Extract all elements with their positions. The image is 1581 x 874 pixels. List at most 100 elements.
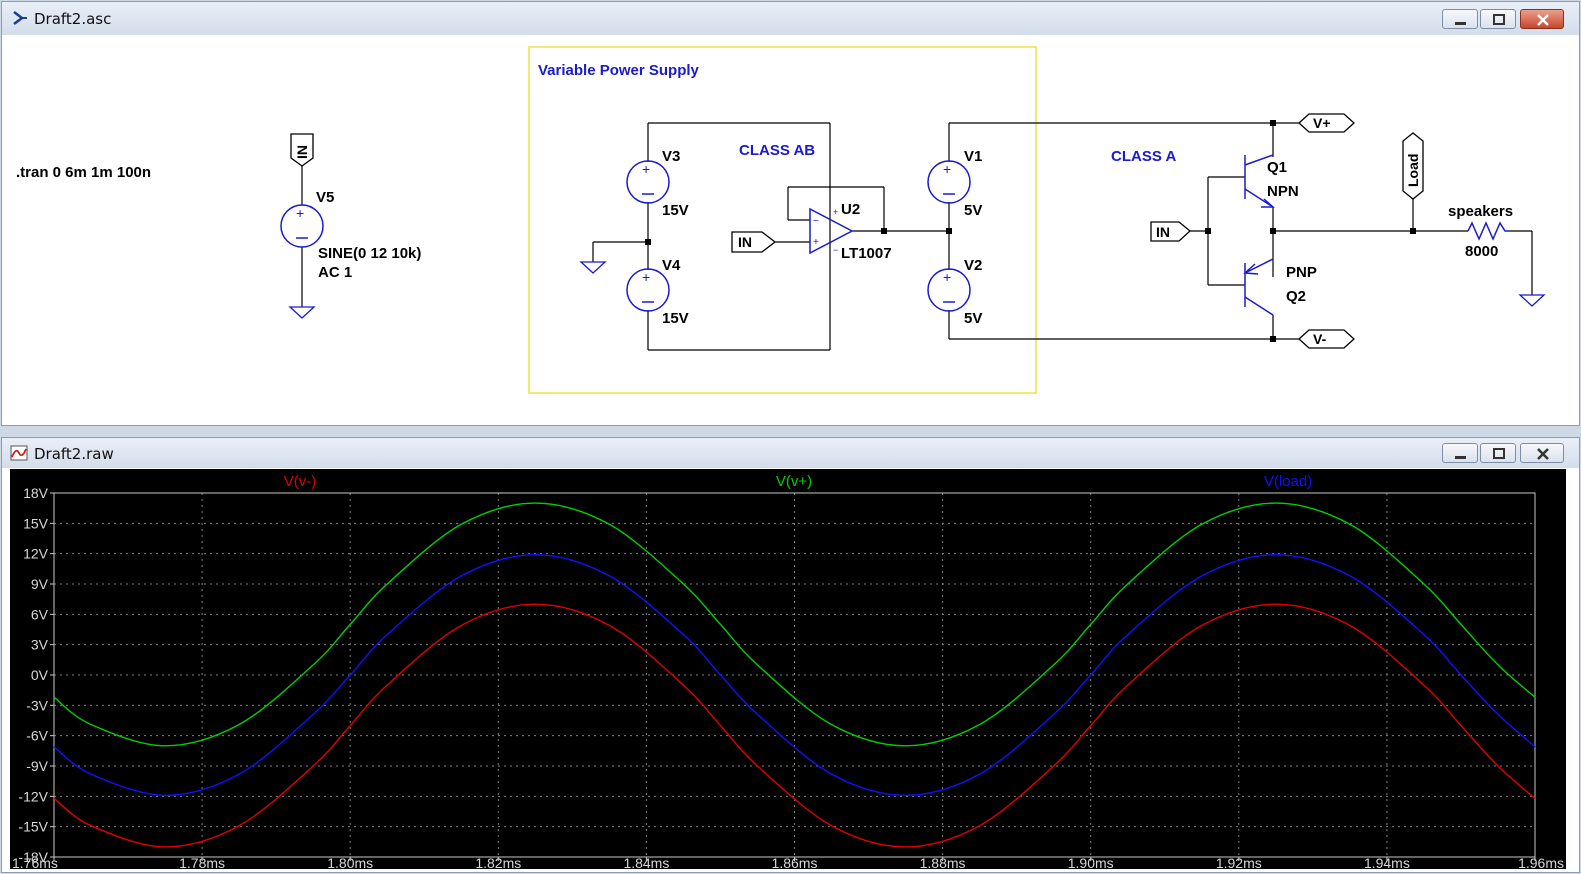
v5-ac: AC 1 — [318, 264, 352, 281]
variable-supply-box[interactable] — [528, 46, 1037, 394]
q1-name: Q1 — [1267, 159, 1287, 176]
y-tick-label: -15V — [18, 819, 48, 835]
x-tick-label: 1.86ms — [772, 855, 818, 869]
x-tick-label: 1.76ms — [12, 855, 58, 869]
minimize-button[interactable] — [1442, 9, 1478, 29]
x-tick-label: 1.88ms — [920, 855, 966, 869]
y-tick-label: 12V — [23, 546, 49, 562]
trace-legend-label[interactable]: V(v+) — [776, 473, 812, 490]
y-tick-label: 15V — [23, 515, 49, 531]
close-button[interactable] — [1520, 443, 1564, 463]
v3-value: 15V — [662, 202, 689, 219]
box-title: Variable Power Supply — [538, 62, 700, 79]
y-tick-label: 6V — [31, 606, 49, 622]
class-a-label: CLASS A — [1111, 148, 1176, 165]
svg-text:+: + — [943, 269, 951, 285]
v1-name: V1 — [964, 148, 982, 165]
voltage-source-v3[interactable]: + — [626, 160, 670, 204]
ground-icon — [288, 306, 316, 319]
waveform-chart[interactable]: 18V15V12V9V6V3V0V-3V-6V-9V-12V-15V-18V1.… — [10, 469, 1566, 871]
svg-text:+: + — [296, 205, 304, 221]
svg-text:+: + — [642, 161, 650, 177]
trace-v-v--[interactable] — [53, 603, 1536, 848]
waveform-window: Draft2.raw 18V 15V 12V 9V 6V 3V 0V -3V -6V -9V -12… — [1, 437, 1580, 873]
resistor-value: 8000 — [1465, 243, 1498, 260]
v3-name: V3 — [662, 148, 680, 165]
wires — [301, 122, 1533, 351]
q2-value: PNP — [1286, 264, 1317, 281]
svg-text:+: + — [813, 237, 819, 248]
v4-name: V4 — [662, 257, 681, 274]
restore-icon — [1493, 448, 1505, 459]
tran-directive[interactable]: .tran 0 6m 1m 100n — [16, 164, 151, 181]
close-button[interactable] — [1520, 9, 1564, 29]
x-tick-label: 1.92ms — [1216, 855, 1262, 869]
waveform-titlebar[interactable]: Draft2.raw — [2, 438, 1579, 468]
minimize-icon — [1455, 456, 1466, 459]
voltage-source-v4[interactable]: + — [626, 268, 670, 312]
v5-name: V5 — [316, 189, 334, 206]
transistor-q2-pnp[interactable] — [1243, 258, 1274, 316]
resistor-speakers[interactable] — [1467, 221, 1508, 241]
minimize-icon — [1455, 22, 1466, 25]
v2-name: V2 — [964, 257, 982, 274]
grid — [54, 493, 1535, 857]
y-tick-label: -9V — [26, 758, 48, 774]
svg-text:+: + — [833, 207, 838, 217]
x-tick-label: 1.78ms — [179, 855, 225, 869]
x-tick-label: 1.80ms — [327, 855, 373, 869]
schematic-window-title: Draft2.asc — [34, 10, 112, 28]
q2-name: Q2 — [1286, 288, 1306, 305]
net-label-vminus: V- — [1313, 331, 1327, 347]
svg-text:−: − — [813, 216, 819, 227]
net-label-in: IN — [294, 145, 310, 159]
axis-labels: 18V15V12V9V6V3V0V-3V-6V-9V-12V-15V-18V1.… — [12, 485, 1564, 871]
y-tick-label: 0V — [31, 667, 49, 683]
schematic-canvas[interactable]: Variable Power Supply CLASS AB CLASS A .… — [10, 37, 1570, 423]
svg-text:+: + — [642, 269, 650, 285]
v4-value: 15V — [662, 310, 689, 327]
resistor-name: speakers — [1448, 203, 1513, 220]
restore-icon — [1493, 14, 1505, 25]
net-label-in: IN — [738, 234, 752, 250]
restore-button[interactable] — [1480, 443, 1516, 463]
x-tick-label: 1.82ms — [475, 855, 521, 869]
ground-icon — [1518, 294, 1546, 307]
close-icon — [1537, 14, 1549, 26]
net-label-vminus-flag[interactable] — [1298, 329, 1355, 349]
plot-area[interactable]: 18V 15V 12V 9V 6V 3V 0V -3V -6V -9V -12V -15V -18V 1.… — [10, 469, 1566, 871]
voltage-source-v5[interactable]: + — [280, 204, 324, 248]
minimize-button[interactable] — [1442, 443, 1478, 463]
close-icon — [1537, 448, 1549, 460]
waveform-viewer-icon — [10, 445, 28, 461]
trace-legend-label[interactable]: V(v-) — [284, 473, 317, 490]
y-tick-label: 18V — [23, 485, 49, 501]
class-ab-label: CLASS AB — [739, 142, 815, 159]
x-tick-label: 1.96ms — [1518, 855, 1564, 869]
y-tick-label: 3V — [31, 637, 49, 653]
svg-text:+: + — [943, 161, 951, 177]
q1-value: NPN — [1267, 183, 1299, 200]
v5-value: SINE(0 12 10k) — [318, 245, 421, 262]
schematic-titlebar[interactable]: Draft2.asc — [2, 2, 1579, 35]
y-tick-label: -6V — [26, 728, 48, 744]
net-label-load: Load — [1405, 154, 1421, 187]
schematic-window: Draft2.asc Variable Power Supply CLASS A… — [1, 1, 1580, 426]
ltspice-schematic-icon — [13, 11, 27, 25]
restore-button[interactable] — [1480, 9, 1516, 29]
u2-value: LT1007 — [841, 245, 892, 262]
ground-icon — [579, 261, 607, 274]
voltage-source-v2[interactable]: + — [927, 268, 971, 312]
u2-name: U2 — [841, 201, 860, 218]
trace-legend[interactable]: V(v-) V(v+) V(load) — [284, 473, 1312, 490]
x-tick-label: 1.94ms — [1364, 855, 1410, 869]
trace-legend-label[interactable]: V(load) — [1264, 473, 1312, 490]
voltage-source-v1[interactable]: + — [927, 160, 971, 204]
net-label-vplus: V+ — [1313, 115, 1331, 131]
v2-value: 5V — [964, 310, 982, 327]
x-tick-label: 1.90ms — [1068, 855, 1114, 869]
net-label-in: IN — [1156, 224, 1170, 240]
v1-value: 5V — [964, 202, 982, 219]
waveform-window-title: Draft2.raw — [34, 445, 114, 463]
x-tick-label: 1.84ms — [623, 855, 669, 869]
